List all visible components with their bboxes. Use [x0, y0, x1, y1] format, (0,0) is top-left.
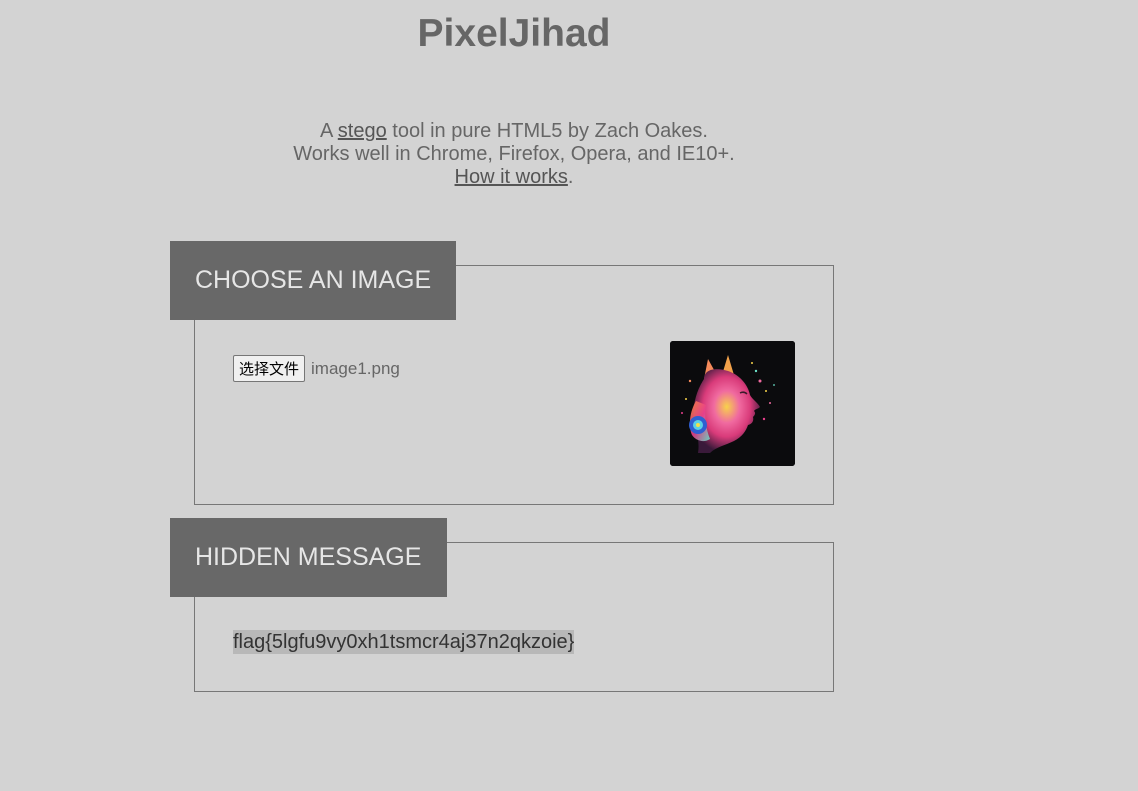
hidden-message-header: HIDDEN MESSAGE [170, 518, 447, 597]
choose-file-button[interactable]: 选择文件 [233, 355, 306, 382]
page-title: PixelJihad [417, 12, 611, 55]
image-preview [670, 341, 795, 466]
intro-line-3: How it works. [0, 166, 1028, 189]
intro-period: . [567, 166, 574, 188]
intro-prefix: A [320, 120, 338, 142]
intro-line-1: A stego tool in pure HTML5 by Zach Oakes… [0, 120, 1028, 143]
intro-suffix: tool in pure HTML5 by Zach Oakes. [386, 120, 708, 142]
file-input[interactable]: 选择文件 image1.png [233, 355, 400, 382]
intro-line-2: Works well in Chrome, Firefox, Opera, an… [293, 143, 735, 165]
hidden-message-text[interactable]: flag{5lgfu9vy0xh1tsmcr4aj37n2qkzoie} [233, 630, 575, 654]
choose-image-header: CHOOSE AN IMAGE [170, 241, 456, 320]
how-it-works-link[interactable]: How it works [455, 166, 568, 188]
colorful-portrait-image [670, 341, 795, 466]
intro-text: A stego tool in pure HTML5 by Zach Oakes… [0, 120, 1028, 189]
stego-link[interactable]: stego [338, 120, 387, 142]
selected-file-name: image1.png [311, 358, 400, 378]
